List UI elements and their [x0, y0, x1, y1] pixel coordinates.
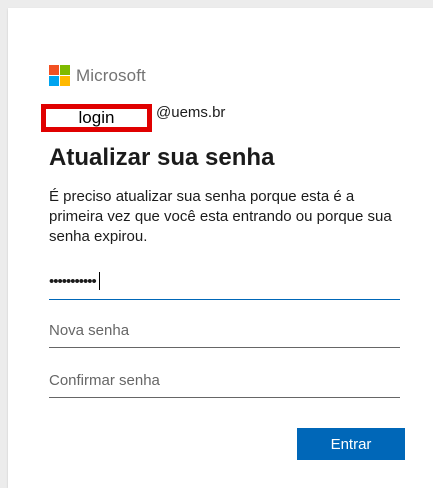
confirm-password-input[interactable] — [49, 370, 400, 398]
current-password-field[interactable]: ••••••••••• — [49, 272, 100, 290]
login-label: login — [78, 108, 115, 127]
page-title: Atualizar sua senha — [49, 144, 275, 171]
new-password-input[interactable] — [49, 320, 400, 348]
current-password-value: ••••••••••• — [49, 272, 97, 290]
login-highlight: login — [41, 104, 152, 132]
submit-button[interactable]: Entrar — [297, 428, 405, 460]
current-password-underline — [49, 272, 400, 300]
microsoft-logo: Microsoft — [49, 65, 146, 86]
description-text: É preciso atualizar sua senha porque est… — [49, 188, 392, 245]
identity-row: login @uems.br — [41, 104, 225, 132]
text-caret — [98, 272, 100, 290]
brand-name: Microsoft — [76, 65, 146, 85]
login-card: Microsoft login @uems.br Atualizar sua s… — [8, 8, 433, 488]
microsoft-logo-icon — [49, 65, 70, 86]
email-domain: @uems.br — [156, 103, 226, 121]
